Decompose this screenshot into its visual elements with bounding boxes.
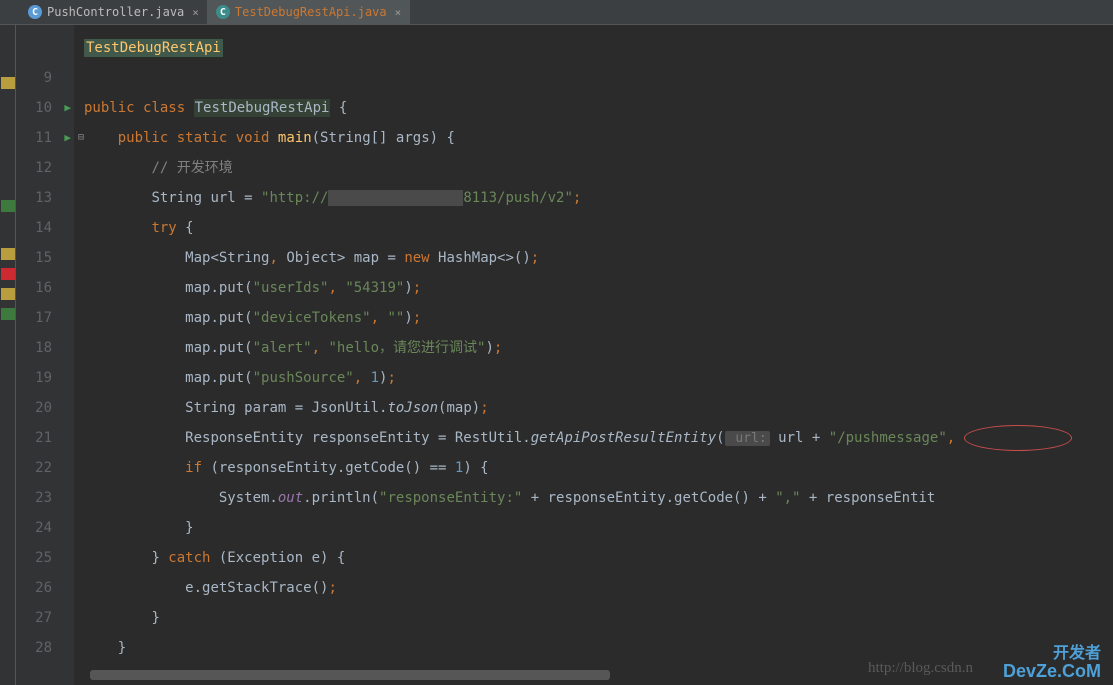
line-number[interactable]: 18 — [16, 333, 74, 363]
line-number[interactable]: 13 — [16, 183, 74, 213]
code-line: try { — [74, 213, 1113, 243]
tab-label: TestDebugRestApi.java — [235, 5, 387, 19]
line-number[interactable]: 21 — [16, 423, 74, 453]
code-line: map.put("deviceTokens", ""); — [74, 303, 1113, 333]
annotation-circle — [964, 425, 1072, 451]
code-line: } — [74, 513, 1113, 543]
horizontal-scrollbar[interactable] — [90, 670, 610, 680]
gutter-marker[interactable] — [1, 77, 15, 89]
gutter-marker[interactable] — [1, 288, 15, 300]
code-line: } catch (Exception e) { — [74, 543, 1113, 573]
code-line: e.getStackTrace(); — [74, 573, 1113, 603]
close-icon[interactable]: × — [192, 6, 199, 19]
gutter: 910▶11▶⊟12131415161718192021222324252627… — [16, 25, 74, 685]
watermark-logo: 开发者 DevZe.CoM — [1003, 646, 1101, 680]
code-line: } — [74, 603, 1113, 633]
line-number[interactable]: 9 — [16, 63, 74, 93]
gutter-marker[interactable] — [1, 248, 15, 260]
line-number[interactable]: 15 — [16, 243, 74, 273]
code-line — [74, 63, 1113, 93]
code-line: public static void main(String[] args) { — [74, 123, 1113, 153]
code-line: map.put("alert", "hello，请您进行调试"); — [74, 333, 1113, 363]
run-icon[interactable]: ▶ — [64, 93, 71, 123]
breadcrumb-row — [16, 33, 74, 63]
code-line: if (responseEntity.getCode() == 1) { — [74, 453, 1113, 483]
watermark-url: http://blog.csdn.n — [868, 660, 973, 677]
fold-icon[interactable]: ⊟ — [78, 123, 84, 153]
editor-container: 910▶11▶⊟12131415161718192021222324252627… — [0, 25, 1113, 685]
code-line: String url = "http://████████████████811… — [74, 183, 1113, 213]
line-number[interactable]: 27 — [16, 603, 74, 633]
code-line: String param = JsonUtil.toJson(map); — [74, 393, 1113, 423]
line-number[interactable]: 22 — [16, 453, 74, 483]
breadcrumb[interactable]: TestDebugRestApi — [84, 39, 223, 57]
code-line: ResponseEntity responseEntity = RestUtil… — [74, 423, 1113, 453]
line-number[interactable]: 25 — [16, 543, 74, 573]
line-number[interactable]: 14 — [16, 213, 74, 243]
editor-tabs: C PushController.java × C TestDebugRestA… — [0, 0, 1113, 25]
code-line: System.out.println("responseEntity:" + r… — [74, 483, 1113, 513]
tab-label: PushController.java — [47, 5, 184, 19]
gutter-marker[interactable] — [1, 268, 15, 280]
line-number[interactable]: 11▶⊟ — [16, 123, 74, 153]
code-line: map.put("pushSource", 1); — [74, 363, 1113, 393]
code-line: } — [74, 633, 1113, 663]
code-editor[interactable]: TestDebugRestApi public class TestDebugR… — [74, 25, 1113, 685]
line-number[interactable]: 28 — [16, 633, 74, 663]
tab-push-controller[interactable]: C PushController.java × — [20, 0, 208, 24]
line-number[interactable]: 17 — [16, 303, 74, 333]
close-icon[interactable]: × — [395, 6, 402, 19]
java-class-icon: C — [28, 5, 42, 19]
line-number[interactable]: 10▶ — [16, 93, 74, 123]
gutter-marker[interactable] — [1, 200, 15, 212]
line-number[interactable]: 19 — [16, 363, 74, 393]
line-number[interactable]: 23 — [16, 483, 74, 513]
line-number[interactable]: 26 — [16, 573, 74, 603]
tab-test-debug-rest-api[interactable]: C TestDebugRestApi.java × — [208, 0, 410, 24]
run-icon[interactable]: ▶ — [64, 123, 71, 153]
code-line: public class TestDebugRestApi { — [74, 93, 1113, 123]
java-class-icon: C — [216, 5, 230, 19]
line-number[interactable]: 20 — [16, 393, 74, 423]
code-line: // 开发环境 — [74, 153, 1113, 183]
code-line: map.put("userIds", "54319"); — [74, 273, 1113, 303]
marker-strip — [0, 25, 16, 685]
line-number[interactable]: 12 — [16, 153, 74, 183]
line-number[interactable]: 24 — [16, 513, 74, 543]
code-line: Map<String, Object> map = new HashMap<>(… — [74, 243, 1113, 273]
gutter-marker[interactable] — [1, 308, 15, 320]
line-number[interactable]: 16 — [16, 273, 74, 303]
